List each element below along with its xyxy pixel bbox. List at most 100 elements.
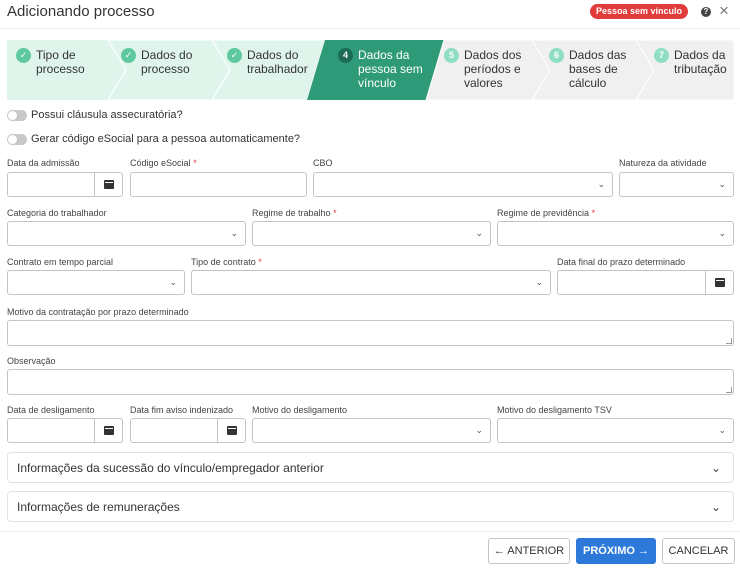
- tipo-contrato-select[interactable]: ⌄: [191, 270, 551, 295]
- accordion-remuneracoes-label: Informações de remunerações: [17, 500, 180, 514]
- required-mark: *: [591, 208, 596, 218]
- calendar-icon: [103, 180, 114, 189]
- chevron-down-icon: ⌄: [535, 277, 543, 287]
- tipo-contrato-label: Tipo de contrato *: [191, 257, 262, 267]
- chevron-down-icon: ⌄: [475, 425, 483, 435]
- accordion-sucessao[interactable]: Informações da sucessão do vínculo/empre…: [7, 452, 734, 483]
- gerar-codigo-toggle[interactable]: [7, 133, 27, 145]
- motivo-desligamento-tsv-label: Motivo do desligamento TSV: [497, 405, 612, 415]
- chevron-down-icon: ⌄: [169, 277, 177, 287]
- codigo-esocial-label: Código eSocial *: [130, 158, 197, 168]
- natureza-atividade-label: Natureza da atividade: [619, 158, 707, 168]
- observacao-label: Observação: [7, 356, 56, 366]
- required-mark: *: [333, 208, 337, 218]
- calendar-button[interactable]: [705, 271, 733, 294]
- required-mark: *: [258, 257, 262, 267]
- data-admissao-input[interactable]: [7, 172, 123, 197]
- proximo-button[interactable]: PRÓXIMO →: [576, 538, 656, 564]
- step-number: 4: [338, 48, 353, 63]
- step-dados-processo[interactable]: ✓ Dados do processo: [121, 40, 192, 100]
- data-desligamento-input[interactable]: [7, 418, 123, 443]
- step-number: 5: [444, 48, 459, 63]
- regime-previdencia-select[interactable]: ⌄: [497, 221, 734, 246]
- step-number: 7: [654, 48, 669, 63]
- data-final-prazo-input[interactable]: [557, 270, 734, 295]
- clausula-toggle[interactable]: [7, 109, 27, 121]
- regime-trabalho-select[interactable]: ⌄: [252, 221, 491, 246]
- check-icon: ✓: [227, 48, 242, 63]
- regime-previdencia-label-text: Regime de previdência: [497, 208, 590, 218]
- motivo-desligamento-label: Motivo do desligamento: [252, 405, 348, 415]
- step-label: Dados do processo: [141, 48, 193, 76]
- codigo-esocial-input[interactable]: [130, 172, 307, 197]
- data-fim-aviso-label: Data fim aviso indenizado: [130, 405, 234, 415]
- observacao-textarea[interactable]: [7, 369, 734, 395]
- clausula-label: Possui cláusula assecuratória?: [31, 109, 183, 121]
- chevron-down-icon: ⌄: [710, 461, 721, 475]
- footer-divider: [0, 531, 740, 532]
- chevron-down-icon: ⌄: [710, 500, 721, 514]
- data-desligamento-label: Data de desligamento: [7, 405, 95, 415]
- chevron-down-icon: ⌄: [718, 228, 726, 238]
- categoria-trabalhador-select[interactable]: ⌄: [7, 221, 246, 246]
- accordion-remuneracoes[interactable]: Informações de remunerações ⌄: [7, 491, 734, 522]
- accordion-sucessao-label: Informações da sucessão do vínculo/empre…: [17, 461, 324, 475]
- motivo-contratacao-textarea[interactable]: [7, 320, 734, 346]
- help-icon[interactable]: ?: [701, 7, 711, 17]
- resize-handle[interactable]: [726, 338, 732, 344]
- step-dados-tributacao[interactable]: 7 Dados da tributação: [654, 40, 727, 100]
- data-fim-aviso-input[interactable]: [130, 418, 246, 443]
- motivo-desligamento-tsv-select[interactable]: ⌄: [497, 418, 734, 443]
- step-number: 6: [549, 48, 564, 63]
- tipo-contrato-label-text: Tipo de contrato: [191, 257, 256, 267]
- modal-header: Adicionando processo Pessoa sem vínculo …: [0, 0, 740, 26]
- calendar-button[interactable]: [94, 173, 122, 196]
- cancelar-button[interactable]: CANCELAR: [662, 538, 735, 564]
- codigo-esocial-label-text: Código eSocial: [130, 158, 191, 168]
- resize-handle[interactable]: [726, 387, 732, 393]
- calendar-icon: [103, 426, 114, 435]
- calendar-button[interactable]: [94, 419, 122, 442]
- contrato-tempo-parcial-label: Contrato em tempo parcial: [7, 257, 114, 267]
- cbo-select[interactable]: ⌄: [313, 172, 613, 197]
- regime-trabalho-label-text: Regime de trabalho: [252, 208, 331, 218]
- step-dados-pessoa-sem-vinculo[interactable]: 4 Dados da pessoa sem vínculo: [338, 40, 423, 100]
- check-icon: ✓: [16, 48, 31, 63]
- header-divider: [0, 28, 740, 29]
- page-title: Adicionando processo: [7, 3, 155, 20]
- check-icon: ✓: [121, 48, 136, 63]
- contrato-tempo-parcial-select[interactable]: ⌄: [7, 270, 185, 295]
- regime-trabalho-label: Regime de trabalho *: [252, 208, 337, 218]
- step-tipo-processo[interactable]: ✓ Tipo de processo: [16, 40, 85, 100]
- motivo-desligamento-select[interactable]: ⌄: [252, 418, 491, 443]
- step-label: Dados das bases de cálculo: [569, 48, 627, 90]
- step-label: Dados da pessoa sem vínculo: [358, 48, 423, 90]
- anterior-button[interactable]: ← ANTERIOR: [488, 538, 570, 564]
- calendar-icon: [226, 426, 237, 435]
- gerar-codigo-label: Gerar código eSocial para a pessoa autom…: [31, 133, 301, 145]
- calendar-button[interactable]: [217, 419, 245, 442]
- calendar-icon: [714, 278, 725, 287]
- categoria-trabalhador-label: Categoria do trabalhador: [7, 208, 107, 218]
- wizard-stepper: ✓ Tipo de processo ✓ Dados do processo ✓…: [7, 40, 734, 100]
- step-label: Dados da tributação: [674, 48, 727, 76]
- clausula-toggle-row: Possui cláusula assecuratória?: [7, 107, 183, 123]
- gerar-codigo-toggle-row: Gerar código eSocial para a pessoa autom…: [7, 131, 300, 147]
- data-final-prazo-label: Data final do prazo determinado: [557, 257, 686, 267]
- step-dados-trabalhador[interactable]: ✓ Dados do trabalhador: [227, 40, 308, 100]
- regime-previdencia-label: Regime de previdência *: [497, 208, 595, 218]
- chevron-down-icon: ⌄: [718, 425, 726, 435]
- chevron-down-icon: ⌄: [475, 228, 483, 238]
- step-dados-bases-calculo[interactable]: 6 Dados das bases de cálculo: [549, 40, 626, 100]
- data-admissao-label: Data da admissão: [7, 158, 80, 168]
- chevron-down-icon: ⌄: [230, 228, 238, 238]
- step-label: Dados do trabalhador: [247, 48, 308, 76]
- step-label: Dados dos períodos e valores: [464, 48, 522, 90]
- step-dados-periodos-valores[interactable]: 5 Dados dos períodos e valores: [444, 40, 521, 100]
- close-icon[interactable]: ×: [719, 1, 729, 21]
- required-mark: *: [193, 158, 197, 168]
- motivo-contratacao-label: Motivo da contratação por prazo determin…: [7, 307, 189, 317]
- chevron-down-icon: ⌄: [718, 179, 726, 189]
- status-badge: Pessoa sem vínculo: [590, 4, 689, 19]
- natureza-atividade-select[interactable]: ⌄: [619, 172, 734, 197]
